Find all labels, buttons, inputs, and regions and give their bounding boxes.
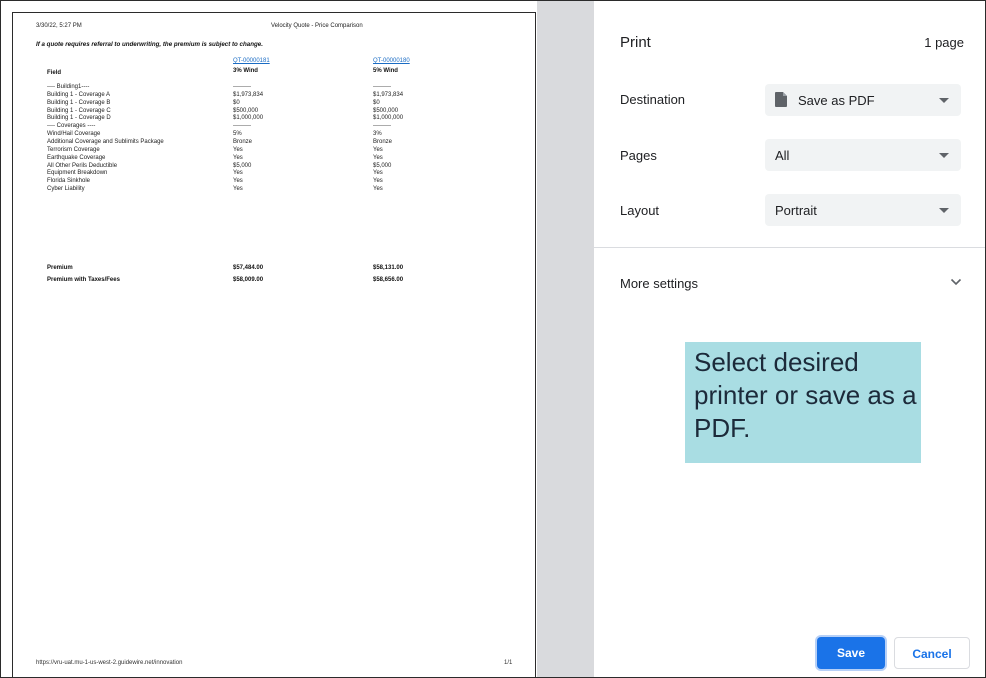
- row-value: $58,131.00: [373, 265, 404, 271]
- quote-link-2[interactable]: QT-00000180: [373, 58, 410, 64]
- row-field: Florida Sinkhole: [47, 178, 91, 185]
- preview-page: 3/30/22, 5:27 PM Velocity Quote - Price …: [12, 12, 536, 677]
- row-field: Equipment Breakdown: [47, 170, 108, 177]
- row-value: Yes: [233, 154, 243, 161]
- row-value: ---------: [373, 123, 391, 130]
- print-settings-panel: Print 1 page Destination Save as PDF Pag…: [594, 1, 985, 677]
- row-field: Building 1 - Coverage B: [47, 99, 111, 106]
- underwriting-notice: If a quote requires referral to underwri…: [36, 41, 263, 48]
- row-value: Yes: [373, 154, 383, 161]
- table-row: Premium $57,484.00 $58,131.00: [13, 265, 533, 274]
- more-settings-toggle[interactable]: More settings: [620, 276, 698, 291]
- destination-select[interactable]: Save as PDF: [765, 84, 961, 116]
- row-value: Yes: [373, 186, 383, 193]
- table-row: Premium with Taxes/Fees $58,009.00 $58,656…: [13, 277, 533, 286]
- row-value: Yes: [233, 186, 243, 193]
- row-field: Premium with Taxes/Fees: [47, 277, 120, 283]
- row-field: Premium: [47, 265, 73, 271]
- page-footer-number: 1/1: [504, 660, 513, 666]
- row-field: Wind/Hail Coverage: [47, 131, 101, 138]
- row-value: ---------: [373, 84, 391, 90]
- document-icon: [775, 92, 787, 107]
- row-field: Cyber Liability: [47, 186, 85, 193]
- row-value: Bronze: [233, 138, 253, 145]
- row-value: $1,000,000: [373, 115, 404, 122]
- row-value: Yes: [233, 170, 243, 177]
- row-value: $1,973,834: [233, 91, 264, 98]
- row-value: $58,009.00: [233, 277, 264, 283]
- column-header-quote-1: 3% Wind: [233, 68, 258, 74]
- row-value: ---------: [233, 84, 251, 90]
- row-field: ---- Coverages ----: [47, 123, 96, 130]
- panel-title: Print: [620, 34, 651, 51]
- dropdown-arrow-icon: [939, 153, 949, 158]
- row-value: $1,973,834: [373, 91, 404, 98]
- page-count: 1 page: [924, 35, 964, 50]
- layout-select[interactable]: Portrait: [765, 194, 961, 226]
- row-value: $500,000: [233, 107, 259, 114]
- callout-text: Select desired printer or save as a PDF.: [694, 347, 917, 443]
- row-value: Yes: [373, 146, 383, 153]
- row-field: Additional Coverage and Sublimits Packag…: [47, 138, 164, 145]
- destination-label: Destination: [620, 92, 686, 107]
- page-header-title: Velocity Quote - Price Comparison: [271, 23, 363, 29]
- row-value: Yes: [233, 146, 243, 153]
- instruction-callout: Select desired printer or save as a PDF.: [685, 342, 921, 463]
- dropdown-arrow-icon: [939, 98, 949, 103]
- row-value: Yes: [373, 170, 383, 177]
- row-value: $5,000: [373, 162, 392, 169]
- save-button[interactable]: Save: [817, 637, 885, 669]
- layout-value: Portrait: [775, 203, 817, 218]
- row-field: Terrorism Coverage: [47, 146, 100, 153]
- pages-select[interactable]: All: [765, 139, 961, 171]
- row-field: Earthquake Coverage: [47, 154, 106, 161]
- row-value: $0: [373, 99, 380, 106]
- row-value: ---------: [233, 123, 251, 130]
- row-value: $1,000,000: [233, 115, 264, 122]
- chevron-down-icon[interactable]: [950, 278, 962, 286]
- layout-label: Layout: [620, 203, 660, 218]
- print-preview-area: 3/30/22, 5:27 PM Velocity Quote - Price …: [1, 1, 594, 677]
- quote-link-1[interactable]: QT-00000181: [233, 58, 270, 64]
- row-value: Yes: [373, 178, 383, 185]
- column-header-quote-2: 5% Wind: [373, 68, 398, 74]
- row-field: Building 1 - Coverage A: [47, 91, 111, 98]
- row-value: Yes: [233, 178, 243, 185]
- row-field: Building 1 - Coverage C: [47, 107, 111, 114]
- row-field: All Other Perils Deductible: [47, 162, 118, 169]
- page-header-date: 3/30/22, 5:27 PM: [36, 23, 82, 29]
- row-value: $58,656.00: [373, 277, 404, 283]
- row-field: Building 1 - Coverage D: [47, 115, 111, 122]
- pages-value: All: [775, 148, 790, 163]
- row-value: Bronze: [373, 138, 393, 145]
- cancel-button[interactable]: Cancel: [894, 637, 970, 669]
- row-value: $57,484.00: [233, 265, 264, 271]
- column-header-field: Field: [47, 70, 62, 76]
- row-value: 3%: [373, 131, 382, 138]
- row-field: ---- Building1----: [47, 84, 90, 90]
- dropdown-arrow-icon: [939, 208, 949, 213]
- section-divider: [594, 247, 985, 248]
- preview-scroll-gutter: [537, 1, 594, 677]
- row-value: $0: [233, 99, 240, 106]
- page-footer-url: https://vru-uat.mu-1-us-west-2.guidewire…: [36, 660, 183, 666]
- row-value: $5,000: [233, 162, 252, 169]
- row-value: 5%: [233, 131, 242, 138]
- table-row: Cyber Liability Yes Yes: [13, 186, 533, 195]
- print-dialog: 3/30/22, 5:27 PM Velocity Quote - Price …: [0, 0, 986, 678]
- row-value: $500,000: [373, 107, 399, 114]
- pages-label: Pages: [620, 148, 657, 163]
- destination-value: Save as PDF: [798, 93, 875, 108]
